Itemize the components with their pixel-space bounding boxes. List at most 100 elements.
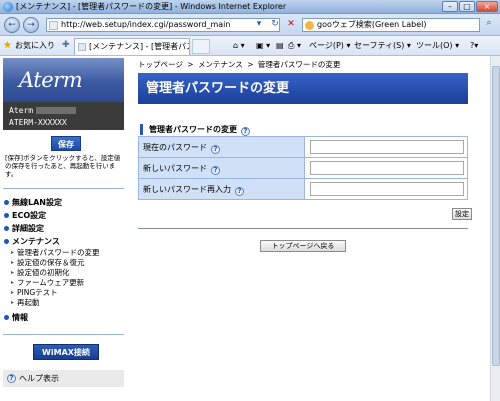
form-row-current: 現在のパスワード? bbox=[138, 136, 468, 158]
breadcrumb: トップページ > メンテナンス > 管理者パスワードの変更 bbox=[138, 59, 340, 70]
back-to-top-button[interactable]: トップページへ戻る bbox=[260, 240, 346, 252]
maximize-button[interactable]: □ bbox=[459, 1, 475, 12]
search-input[interactable]: gooウェブ検索(Green Label) bbox=[302, 18, 480, 32]
favorites-button[interactable]: ★ お気に入り bbox=[3, 39, 55, 53]
new-password-input[interactable] bbox=[310, 161, 464, 175]
scrollbar-thumb[interactable] bbox=[492, 66, 500, 366]
new-tab-button[interactable] bbox=[192, 39, 210, 54]
submenu-password[interactable]: ▸ 管理者パスワードの変更 bbox=[3, 248, 124, 258]
menu-label: 無線LAN設定 bbox=[12, 198, 62, 207]
page-menu-button[interactable]: ページ(P) ▾ bbox=[309, 39, 350, 53]
submenu-reset[interactable]: ▸ 設定値の初期化 bbox=[3, 268, 124, 278]
browser-tab[interactable]: [メンテナンス] - [管理者パスワ... bbox=[74, 38, 190, 55]
window-title: [メンテナンス] - [管理者パスワードの変更] - Windows Inter… bbox=[16, 2, 287, 11]
address-input[interactable]: http://web.setup/index.cgi/password_main bbox=[46, 18, 280, 32]
help-label: ヘルプ表示 bbox=[19, 374, 59, 383]
menu-wireless-lan[interactable]: 無線LAN設定 bbox=[3, 196, 124, 209]
arrow-icon: ▸ bbox=[11, 279, 15, 286]
sidebar-divider bbox=[3, 334, 124, 335]
close-button[interactable]: × bbox=[476, 1, 498, 12]
minimize-button[interactable]: – bbox=[442, 1, 458, 12]
menu-label: 詳細設定 bbox=[12, 224, 44, 233]
arrow-icon: ▸ bbox=[11, 259, 15, 266]
section-title: 管理者パスワードの変更 bbox=[149, 125, 237, 134]
address-tools: ▾ ↻ ✕ bbox=[252, 18, 298, 32]
help-icon[interactable]: ? bbox=[235, 186, 244, 196]
address-dropdown-icon[interactable]: ▾ bbox=[252, 18, 266, 32]
sidebar: Aterm Aterm ATERM-XXXXXX 保存 [保存]ボタンをクリック… bbox=[3, 58, 124, 387]
bullet-icon bbox=[4, 226, 9, 231]
arrow-icon: ▸ bbox=[11, 299, 15, 306]
bullet-icon bbox=[4, 315, 9, 320]
address-url: http://web.setup/index.cgi/password_main bbox=[61, 20, 231, 29]
save-note: [保存]ボタンをクリックすると、設定値の保存を行ったあと、再起動を行います。 bbox=[5, 154, 121, 178]
field-cell bbox=[304, 157, 468, 179]
submenu-label: 設定値の保存＆復元 bbox=[17, 258, 85, 267]
submenu-backup[interactable]: ▸ 設定値の保存＆復元 bbox=[3, 258, 124, 268]
arrow-icon: ▸ bbox=[11, 249, 15, 256]
menu-maintenance[interactable]: メンテナンス bbox=[3, 235, 124, 248]
help-icon[interactable]: ? bbox=[211, 144, 220, 154]
arrow-icon: ▸ bbox=[11, 289, 15, 296]
window-controls: – □ × bbox=[442, 1, 498, 12]
add-favorite-icon[interactable]: ✚ bbox=[62, 40, 70, 50]
arrow-icon: ▸ bbox=[11, 269, 15, 276]
submenu-ping[interactable]: ▸ PINGテスト bbox=[3, 288, 124, 298]
tab-page-icon bbox=[78, 43, 86, 51]
field-label-text: 新しいパスワード再入力 bbox=[143, 184, 231, 194]
stop-icon[interactable]: ✕ bbox=[284, 18, 298, 32]
breadcrumb-separator: > bbox=[187, 60, 194, 69]
favorites-label: お気に入り bbox=[15, 41, 55, 50]
tab-title: [メンテナンス] - [管理者パスワ... bbox=[89, 42, 189, 51]
menu-label: メンテナンス bbox=[12, 237, 60, 246]
help-link[interactable]: ? ヘルプ表示 bbox=[3, 370, 124, 387]
breadcrumb-top-link[interactable]: トップページ bbox=[138, 60, 183, 69]
help-menu-button[interactable]: ?▾ bbox=[470, 39, 478, 53]
set-button[interactable]: 設定 bbox=[452, 208, 472, 220]
menu-label: 情報 bbox=[12, 313, 28, 322]
submenu-label: PINGテスト bbox=[17, 288, 58, 297]
sidebar-divider bbox=[3, 188, 124, 189]
submenu-label: 管理者パスワードの変更 bbox=[17, 248, 100, 257]
home-button[interactable]: ⌂ ▾ bbox=[233, 39, 245, 53]
back-button[interactable]: ← bbox=[4, 17, 20, 33]
save-button[interactable]: 保存 bbox=[51, 136, 81, 151]
menu-eco[interactable]: ECO設定 bbox=[3, 209, 124, 222]
feeds-button[interactable]: ▣ ▾ bbox=[256, 39, 270, 53]
redacted-text bbox=[36, 107, 77, 114]
model-id: ATERM-XXXXXX bbox=[9, 118, 67, 127]
tools-menu-button[interactable]: ツール(O) ▾ bbox=[416, 39, 459, 53]
page-title: 管理者パスワードの変更 bbox=[138, 73, 468, 104]
vertical-scrollbar[interactable] bbox=[490, 56, 500, 401]
main-content: トップページ > メンテナンス > 管理者パスワードの変更 管理者パスワードの変… bbox=[134, 56, 474, 396]
wimax-connect-button[interactable]: WiMAX接続 bbox=[33, 344, 99, 360]
search-text: gooウェブ検索(Green Label) bbox=[317, 20, 427, 29]
bullet-icon bbox=[4, 200, 9, 205]
form-row-new: 新しいパスワード? bbox=[138, 157, 468, 179]
breadcrumb-current: 管理者パスワードの変更 bbox=[257, 60, 341, 69]
model-info: Aterm ATERM-XXXXXX bbox=[3, 102, 124, 130]
help-icon: ? bbox=[7, 374, 16, 383]
menu-info[interactable]: 情報 bbox=[3, 311, 124, 324]
menu-label: ECO設定 bbox=[12, 211, 47, 220]
confirm-password-input[interactable] bbox=[310, 182, 464, 196]
current-password-input[interactable] bbox=[310, 140, 464, 154]
print-button[interactable]: ⎙ ▾ bbox=[288, 39, 301, 53]
command-bar: ★ お気に入り ✚ [メンテナンス] - [管理者パスワ... ⌂ ▾ ▣ ▾ … bbox=[0, 36, 500, 56]
field-cell bbox=[304, 178, 468, 200]
search-icon[interactable]: ⌕ bbox=[482, 18, 496, 32]
menu-detail[interactable]: 詳細設定 bbox=[3, 222, 124, 235]
field-label-text: 現在のパスワード bbox=[143, 142, 207, 152]
search-provider-icon bbox=[305, 21, 314, 30]
submenu-firmware[interactable]: ▸ ファームウェア更新 bbox=[3, 278, 124, 288]
read-mail-button[interactable]: ▤ bbox=[276, 39, 284, 53]
content-divider bbox=[138, 228, 468, 229]
refresh-icon[interactable]: ↻ bbox=[268, 18, 282, 32]
help-icon[interactable]: ? bbox=[241, 127, 250, 136]
help-icon[interactable]: ? bbox=[211, 165, 220, 175]
forward-button[interactable]: → bbox=[23, 17, 39, 33]
model-name: Aterm bbox=[9, 106, 34, 115]
safety-menu-button[interactable]: セーフティ(S) ▾ bbox=[354, 39, 411, 53]
submenu-reboot[interactable]: ▸ 再起動 bbox=[3, 298, 124, 308]
breadcrumb-maintenance-link[interactable]: メンテナンス bbox=[198, 60, 243, 69]
